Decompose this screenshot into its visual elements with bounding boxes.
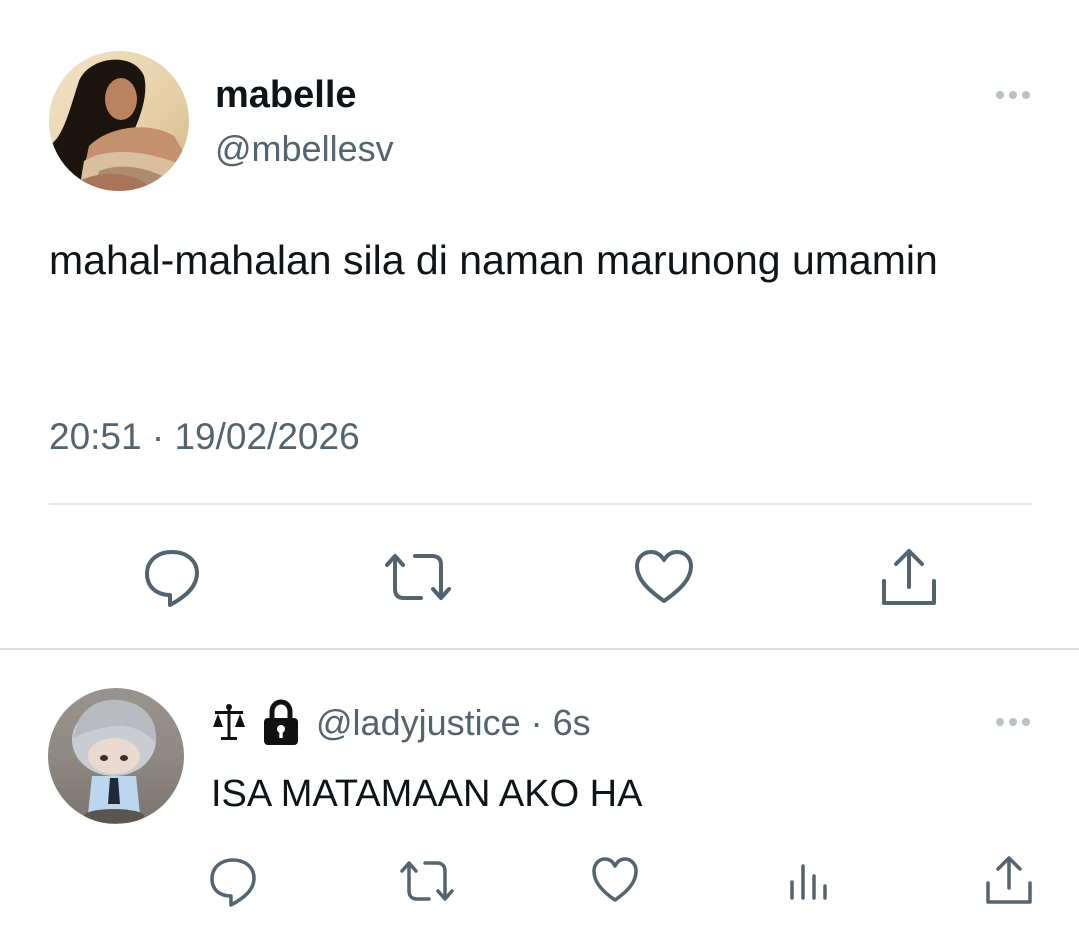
reply-reply-button[interactable] [208,856,258,908]
reply-share-button[interactable] [984,855,1034,907]
share-button[interactable] [879,547,939,609]
reply-button[interactable] [143,547,201,609]
avatar[interactable] [49,51,189,191]
more-dot [1022,718,1030,726]
reply-handle[interactable]: @ladyjustice · 6s [316,702,591,744]
more-dots-icon [996,91,1004,99]
more-dot [1022,91,1030,99]
speech-bubble-icon [145,550,199,607]
speech-bubble-icon [210,858,256,907]
more-dots-icon [996,718,1004,726]
bar-chart-icon [790,864,827,900]
retweet-icon [385,554,451,600]
share-icon [986,856,1032,904]
heart-icon [592,857,638,902]
more-dot [1009,91,1017,99]
heart-icon [635,550,693,603]
view-stats-button[interactable] [788,862,830,902]
reply-more-options-button[interactable] [996,718,1030,726]
username-handle[interactable]: @mbellesv [215,128,394,170]
more-dot [1009,718,1017,726]
reply-avatar-photo [48,688,184,824]
scales-icon [213,704,245,740]
display-name[interactable]: mabelle [215,74,357,117]
tweet-divider [0,648,1079,650]
share-icon [882,549,936,605]
retweet-button[interactable] [383,551,453,603]
reply-header: @ladyjustice · 6s [212,698,591,748]
avatar-photo [49,51,189,191]
more-options-button[interactable] [996,91,1030,99]
tweet-text: mahal-mahalan sila di naman marunong uma… [49,237,938,283]
divider [49,503,1032,505]
lock-icon [264,699,298,745]
reply-avatar[interactable] [48,688,184,824]
reply-like-button[interactable] [591,856,639,904]
reply-retweet-button[interactable] [399,859,455,903]
tweet-timestamp[interactable]: 20:51 · 19/02/2026 [49,416,360,458]
like-button[interactable] [634,549,694,605]
reply-text: ISA MATAMAAN AKO HA [211,773,643,815]
retweet-icon [400,861,454,901]
